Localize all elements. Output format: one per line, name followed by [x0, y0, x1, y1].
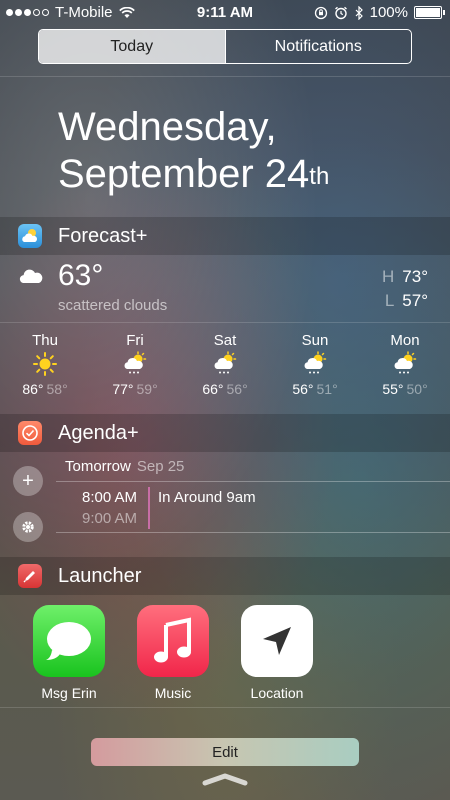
forecast-day: Fri 77° 59° [90, 326, 180, 410]
agenda-settings-button[interactable] [13, 512, 43, 542]
forecast-day: Thu 86° 58° [0, 326, 90, 410]
day-low: 56° [226, 381, 248, 397]
event-end-time: 9:00 AM [82, 510, 138, 527]
today-notifications-switch: Today Notifications [38, 29, 412, 64]
partly-cloudy-snow-icon [360, 351, 450, 377]
divider [56, 481, 450, 482]
day-name: Fri [126, 332, 144, 349]
current-temperature: 63° [58, 259, 104, 292]
launcher-apps: Msg Erin Music Location [0, 605, 450, 705]
day-high: 66° [202, 381, 224, 397]
launcher-widget-header[interactable]: Launcher [0, 557, 450, 595]
divider [56, 532, 450, 533]
day-temps: 55° 50° [360, 381, 450, 397]
launcher-title: Launcher [58, 564, 142, 587]
current-weather: 63° scattered clouds H 73° L 57° [0, 255, 450, 321]
alarm-icon [334, 6, 347, 19]
app-label: Msg Erin [41, 685, 97, 701]
forecast-day: Sat 66° 56° [180, 326, 270, 410]
month-day: September 24th [58, 152, 330, 196]
date-heading: Wednesday, September 24th [58, 104, 329, 198]
high-temp: H 73° [382, 267, 428, 286]
agenda-day-date: Sep 25 [136, 458, 185, 475]
messages-icon [33, 605, 105, 677]
grabber-handle-icon[interactable] [202, 772, 248, 786]
status-right: 100% [314, 4, 445, 21]
divider [0, 322, 450, 323]
day-low: 59° [136, 381, 158, 397]
location-arrow-icon [241, 605, 313, 677]
partly-cloudy-snow-icon [270, 351, 360, 377]
divider [0, 76, 450, 77]
forecast-day: Mon 55° 50° [360, 326, 450, 410]
bluetooth-icon [355, 5, 363, 20]
day-temps: 56° 51° [270, 381, 360, 397]
app-label: Music [154, 685, 192, 701]
partly-cloudy-snow-icon [180, 351, 270, 377]
music-note-icon [137, 605, 209, 677]
divider [0, 707, 450, 708]
sun-icon [0, 351, 90, 377]
add-event-button[interactable]: + [13, 466, 43, 496]
weekday: Wednesday, [58, 105, 277, 149]
event-start-time: 8:00 AM [82, 489, 138, 506]
agenda-app-icon [18, 421, 42, 445]
edit-button[interactable]: Edit [91, 738, 359, 766]
day-suffix: th [309, 163, 330, 190]
low-temp: L 57° [384, 291, 428, 310]
day-temps: 77° 59° [90, 381, 180, 397]
agenda-day-label: Tomorrow [65, 458, 131, 475]
agenda-day-header: Tomorrow Sep 25 [65, 458, 184, 475]
battery-icon [414, 6, 445, 19]
tab-notifications[interactable]: Notifications [224, 30, 412, 63]
rotation-lock-icon [314, 6, 327, 19]
cloud-icon [19, 269, 43, 283]
day-low: 51° [316, 381, 338, 397]
day-name: Sat [213, 332, 237, 349]
forecast-day: Sun 56° 51° [270, 326, 360, 410]
day-temps: 66° 56° [180, 381, 270, 397]
forecast-widget-header[interactable]: Forecast+ [0, 217, 450, 255]
day-name: Thu [32, 332, 58, 349]
forecast-app-icon [18, 224, 42, 248]
day-high: 56° [292, 381, 314, 397]
launcher-app-msg-erin[interactable]: Msg Erin [33, 605, 105, 701]
tab-today[interactable]: Today [39, 30, 225, 63]
day-temps: 86° 58° [0, 381, 90, 397]
current-condition: scattered clouds [58, 297, 168, 314]
launcher-app-location[interactable]: Location [241, 605, 313, 701]
day-low: 50° [406, 381, 428, 397]
agenda-title: Agenda+ [58, 421, 139, 444]
app-label: Location [250, 685, 304, 701]
plus-icon: + [13, 466, 43, 496]
gear-icon [13, 512, 43, 542]
forecast-days: Thu 86° 58° Fri 77° 59° Sat 66° 56° Sun … [0, 326, 450, 410]
day-low: 58° [46, 381, 68, 397]
agenda-widget-header[interactable]: Agenda+ [0, 414, 450, 452]
day-high: 86° [22, 381, 44, 397]
status-bar: T-Mobile 9:11 AM 100% [0, 0, 450, 26]
day-name: Mon [390, 332, 420, 349]
launcher-app-music[interactable]: Music [137, 605, 209, 701]
day-high: 55° [382, 381, 404, 397]
forecast-title: Forecast+ [58, 224, 148, 247]
day-high: 77° [112, 381, 134, 397]
event-color-bar [148, 487, 150, 529]
event-title[interactable]: In Around 9am [158, 489, 256, 506]
battery-percent: 100% [369, 4, 408, 21]
launcher-app-icon [18, 564, 42, 588]
day-name: Sun [301, 332, 329, 349]
partly-cloudy-snow-icon [90, 351, 180, 377]
